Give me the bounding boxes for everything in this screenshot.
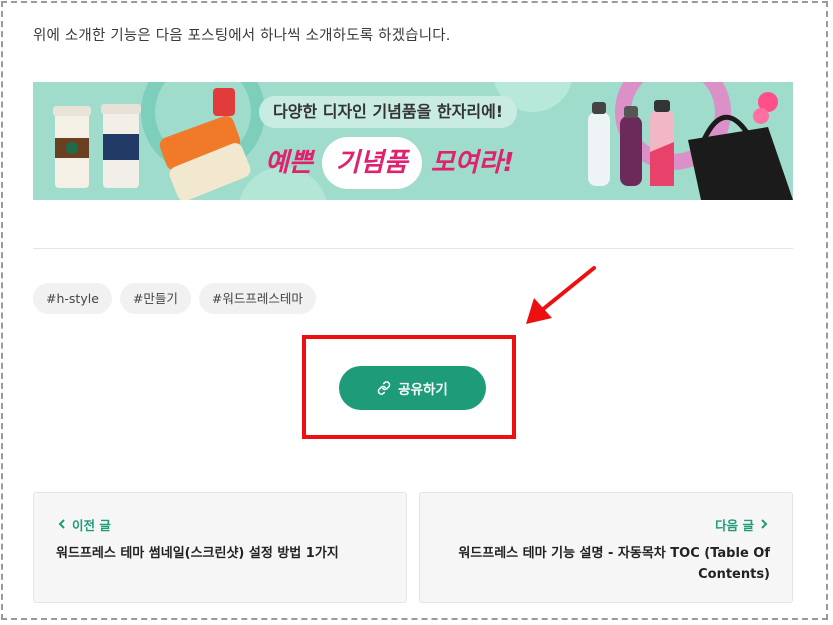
chevron-left-icon [58, 517, 66, 532]
slogan-end: 모여라! [430, 148, 515, 178]
share-button[interactable]: 공유하기 [339, 366, 486, 410]
chevron-right-icon [760, 517, 768, 532]
previous-post-title[interactable]: 워드프레스 테마 썸네일(스크린샷) 설정 방법 1가지 [56, 543, 386, 564]
tag-list: #h-style #만들기 #워드프레스테마 [33, 283, 316, 314]
next-post-title[interactable]: 워드프레스 테마 기능 설명 - 자동목차 TOC (Table Of Cont… [440, 543, 770, 585]
next-post-card[interactable]: 다음 글 워드프레스 테마 기능 설명 - 자동목차 TOC (Table Of… [419, 492, 793, 603]
bottle-icon [588, 100, 674, 186]
tote-bag-icon [688, 92, 793, 200]
red-arrow-icon [526, 266, 596, 324]
banner-slogan: 예쁜 기념품 모여라! [265, 137, 514, 189]
content-divider [33, 248, 793, 249]
coffee-cup-icon [53, 106, 91, 188]
tumbler-icon [101, 104, 141, 188]
tag-wordpress-theme[interactable]: #워드프레스테마 [198, 283, 316, 314]
slogan-start: 예쁜 [265, 148, 313, 178]
pouch-icon [159, 88, 251, 200]
previous-post-card[interactable]: 이전 글 워드프레스 테마 썸네일(스크린샷) 설정 방법 1가지 [33, 492, 407, 603]
souvenir-ad-banner[interactable]: 다양한 디자인 기념품을 한자리에! 예쁜 기념품 모여라! [33, 82, 793, 200]
previous-post-label: 이전 글 [58, 515, 111, 534]
link-icon [377, 381, 391, 395]
slogan-highlight: 기념품 [321, 137, 422, 189]
intro-paragraph: 위에 소개한 기능은 다음 포스팅에서 하나씩 소개하도록 하겠습니다. [33, 28, 451, 44]
tag-make[interactable]: #만들기 [119, 283, 191, 314]
banner-headline: 다양한 디자인 기념품을 한자리에! [259, 96, 518, 128]
next-post-label: 다음 글 [715, 515, 768, 534]
tag-h-style[interactable]: #h-style [33, 283, 112, 314]
share-button-label: 공유하기 [398, 382, 448, 398]
